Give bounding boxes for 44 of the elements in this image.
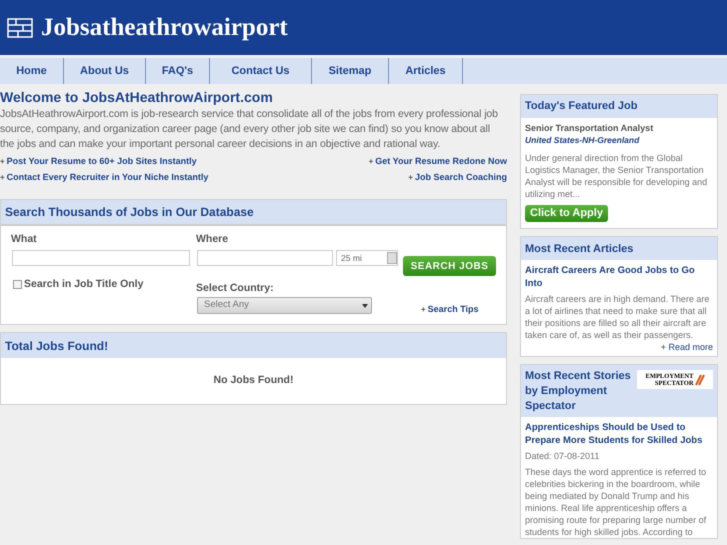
search-tips-link[interactable]: Search Tips xyxy=(428,303,479,316)
story-date: Dated: 07-08-2011 xyxy=(525,450,600,462)
read-more-link[interactable]: + Read more xyxy=(660,341,713,354)
story-summary: These days the word apprentice is referred to celebrities bickering in the boardroom, while being mediated by Donald Trump and his minions. Real life apprenticeship offers a promising route for preparing large number of students for high skilled jobs. According to xyxy=(525,466,708,538)
article-link[interactable]: Aircraft Careers Are Good Jobs to Go Into xyxy=(525,264,713,290)
articles-heading: Most Recent Articles xyxy=(521,237,717,260)
nav-link[interactable]: Sitemap xyxy=(312,58,389,84)
checkbox-label: Search in Job Title Only xyxy=(24,277,144,292)
plus-mark: + xyxy=(421,304,426,316)
distance-select[interactable]: 25 mi xyxy=(336,250,398,266)
plus-mark: + xyxy=(0,172,5,184)
nav-link[interactable]: Articles xyxy=(389,58,463,84)
featured-heading: Today's Featured Job xyxy=(521,95,717,118)
nav-link[interactable]: FAQ's xyxy=(146,58,210,84)
plus-mark: + xyxy=(368,156,374,168)
stories-heading: Most Recent Stories by Employment Spectator xyxy=(525,369,632,414)
job-location[interactable]: United States-NH-Greenland xyxy=(525,134,713,146)
what-label: What xyxy=(11,232,37,247)
promo-link[interactable]: Contact Every Recruiter in Your Niche Instantly xyxy=(6,170,208,185)
checkbox[interactable] xyxy=(13,280,22,290)
results-heading: Total Jobs Found! xyxy=(1,333,506,358)
nav-link[interactable]: Contact Us xyxy=(210,58,312,84)
story-link[interactable]: Apprenticeships Should be Used to Prepare More Students for Skilled Jobs xyxy=(525,421,713,448)
where-label: Where xyxy=(196,232,228,247)
promo-link[interactable]: Get Your Resume Redone Now xyxy=(375,154,507,169)
plus-mark: + xyxy=(408,172,413,184)
logo-icon xyxy=(7,18,33,38)
article-summary: Aircraft careers are in high demand. There are a lot of airlines that need to make sure that all their positions are filled so all their aircraft are taken care of, as well as their passengers. xyxy=(525,293,710,342)
where-field[interactable] xyxy=(197,250,333,266)
promo-link[interactable]: Post Your Resume to 60+ Job Sites Instantly xyxy=(6,154,197,169)
what-field[interactable] xyxy=(12,250,190,266)
promo-link[interactable]: Job Search Coaching xyxy=(414,170,507,185)
plus-mark: + xyxy=(0,156,5,168)
intro-paragraph: JobsAtHeathrowAirport.com is job-research service that consolidate all of the jobs from every professional job source, company, and organization career page (and every other job site we can find) so you know about all the jobs and can make your important personal career decisions in an objective and rational way. xyxy=(0,107,499,152)
search-heading: Search Thousands of Jobs in Our Database xyxy=(1,200,506,226)
dropdown-caret-icon xyxy=(362,304,368,308)
country-label: Select Country: xyxy=(196,281,274,296)
no-jobs-message: No Jobs Found! xyxy=(214,373,294,388)
country-select[interactable]: Select Any xyxy=(197,297,372,314)
nav-link[interactable]: Home xyxy=(0,58,64,84)
welcome-heading: Welcome to JobsAtHeathrowAirport.com xyxy=(0,88,274,106)
job-description: Under general direction from the Global Logistics Manager, the Senior Transportation Analyst will be responsible for developing and utilizing met... xyxy=(525,152,708,200)
nav-link[interactable]: About Us xyxy=(64,58,146,84)
job-title[interactable]: Senior Transportation Analyst xyxy=(525,122,713,134)
